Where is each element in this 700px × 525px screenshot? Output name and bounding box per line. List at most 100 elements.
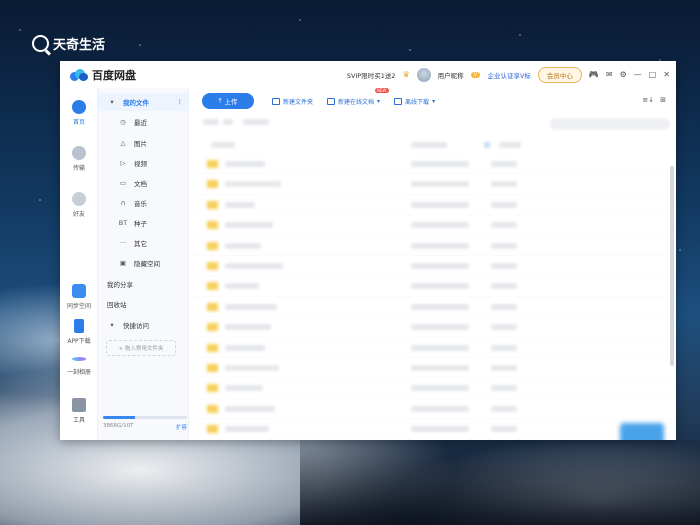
file-row[interactable] [189, 236, 676, 256]
file-row[interactable] [189, 419, 676, 440]
column-header-blur [499, 142, 521, 148]
background-city [300, 440, 700, 525]
sidebar-item-recycle-bin[interactable]: 回收站 [98, 295, 189, 313]
username[interactable]: 用户昵称 [438, 70, 464, 80]
file-date-blurred [411, 364, 469, 371]
file-name-blurred [225, 181, 281, 188]
file-row[interactable] [189, 317, 676, 338]
new-folder-button[interactable]: 新建文件夹 [272, 97, 313, 106]
folder-icon [207, 384, 218, 393]
nav-one-scan[interactable]: 一刻相册 [60, 357, 98, 376]
file-row[interactable] [189, 297, 676, 318]
file-row[interactable] [189, 338, 676, 358]
grid-view-icon[interactable]: ⊞ [660, 96, 666, 104]
sidebar-item-documents[interactable]: ▭ 文档 [98, 174, 189, 192]
folder-icon [207, 302, 218, 311]
more-dots-icon[interactable]: ⋮ [177, 98, 184, 106]
file-date-blurred [411, 426, 469, 433]
file-size-blurred [491, 161, 517, 167]
caret-down-icon: ▾ [110, 321, 114, 329]
file-name-blurred [225, 303, 277, 310]
folder-icon [207, 425, 218, 434]
nav-transfer-label: 传输 [72, 165, 85, 172]
file-size-blurred [491, 426, 517, 433]
sidebar-item-images[interactable]: △ 图片 [98, 134, 189, 152]
sidebar-item-label: 最近 [134, 119, 147, 127]
quick-access-placeholder: + 拖入常用文件夹 [118, 346, 164, 352]
crown-icon[interactable]: ♛ [403, 70, 410, 79]
watermark-text: 天奇生活 [53, 38, 106, 53]
sort-list-icon[interactable]: ≡↓ [642, 96, 654, 104]
file-row[interactable] [189, 195, 676, 216]
enterprise-verify-link[interactable]: 企业认证享V标 [487, 70, 530, 80]
scrollbar[interactable] [670, 166, 674, 366]
sidebar-item-label: 种子 [134, 220, 147, 228]
game-icon[interactable]: 🎮 [589, 70, 599, 79]
vip-center-button[interactable]: 会员中心 [537, 66, 582, 83]
folder-icon [207, 282, 218, 291]
file-row[interactable] [189, 276, 676, 297]
file-name-blurred [225, 283, 259, 290]
file-date-blurred [411, 344, 469, 351]
svip-promo-link[interactable]: SVIP限时买1送2 [347, 70, 396, 80]
sidebar-item-other[interactable]: ··· 其它 [98, 234, 189, 252]
file-size-blurred [491, 364, 517, 371]
storage-bar-fill [103, 416, 135, 419]
nav-app-download[interactable]: APP下载 [60, 319, 98, 345]
avatar[interactable] [416, 67, 431, 82]
file-date-blurred [411, 283, 469, 290]
nav-home[interactable]: 首页 [60, 100, 98, 126]
file-row[interactable] [189, 215, 676, 236]
download-icon [394, 97, 403, 105]
expand-storage-link[interactable]: 扩容 [176, 423, 187, 431]
sidebar-my-files-label: 我的文件 [123, 99, 149, 107]
sidebar-item-my-share[interactable]: 我的分享 [98, 275, 189, 293]
sidebar-item-torrents[interactable]: BT 种子 [98, 214, 189, 232]
storage-usage: 3866G/10T 扩容 [103, 416, 187, 431]
offline-download-button[interactable]: 离线下载 ▾ [394, 97, 435, 106]
breadcrumb-blur [243, 119, 269, 125]
nav-transfer[interactable]: 传输 [60, 146, 98, 172]
file-row[interactable] [189, 174, 676, 195]
file-date-blurred [411, 181, 469, 188]
file-row[interactable] [189, 358, 676, 379]
file-row[interactable] [189, 399, 676, 420]
sidebar-item-quick-access[interactable]: ▾ 快捷访问 [98, 316, 189, 334]
title-bar-right: SVIP限时买1送2 ♛ 用户昵称 V 企业认证享V标 会员中心 🎮 ✉ ⚙ —… [347, 61, 670, 88]
upload-icon: ⤒ [218, 96, 222, 105]
nav-sync-space[interactable]: 同步空间 [60, 284, 98, 310]
file-size-blurred [491, 222, 517, 229]
mail-icon[interactable]: ✉ [606, 70, 613, 79]
file-name-blurred [225, 405, 275, 412]
storage-text: 3866G/10T [103, 423, 134, 429]
new-online-doc-button[interactable]: 新建在线文档 ▾ NEW [327, 87, 389, 106]
file-list [189, 154, 676, 440]
close-icon[interactable]: ✕ [663, 70, 670, 79]
nav-home-label: 首页 [72, 119, 85, 126]
file-row[interactable] [189, 378, 676, 399]
settings-gear-icon[interactable]: ⚙ [620, 70, 627, 79]
file-row[interactable] [189, 256, 676, 277]
tools-grid-icon [72, 398, 86, 412]
sidebar-item-music[interactable]: ∩ 音乐 [98, 194, 189, 212]
file-row[interactable] [189, 154, 676, 175]
folder-icon [207, 221, 218, 230]
search-input[interactable] [550, 118, 670, 130]
more-icon: ··· [119, 239, 127, 247]
vip-level-badge: V [470, 71, 481, 78]
sidebar-item-hidden-space[interactable]: ▣ 隐藏空间 [98, 254, 189, 272]
sidebar-item-recent[interactable]: ◷ 最近 [98, 113, 189, 131]
friends-icon [72, 192, 86, 206]
sidebar-item-videos[interactable]: ▷ 视频 [98, 154, 189, 172]
quick-access-drop-zone[interactable]: + 拖入常用文件夹 [106, 340, 176, 356]
upload-button[interactable]: ⤒ 上传 [202, 93, 254, 109]
app-name: 百度网盘 [92, 68, 136, 82]
file-size-blurred [491, 344, 517, 351]
nav-tools[interactable]: 工具 [60, 398, 98, 424]
sidebar-item-my-files[interactable]: ▾ 我的文件 ⋮ [98, 93, 189, 111]
nav-friends[interactable]: 好友 [60, 192, 98, 218]
album-icon [72, 357, 86, 361]
maximize-icon[interactable]: □ [649, 70, 657, 79]
minimize-icon[interactable]: — [634, 70, 642, 79]
file-size-blurred [491, 283, 517, 290]
